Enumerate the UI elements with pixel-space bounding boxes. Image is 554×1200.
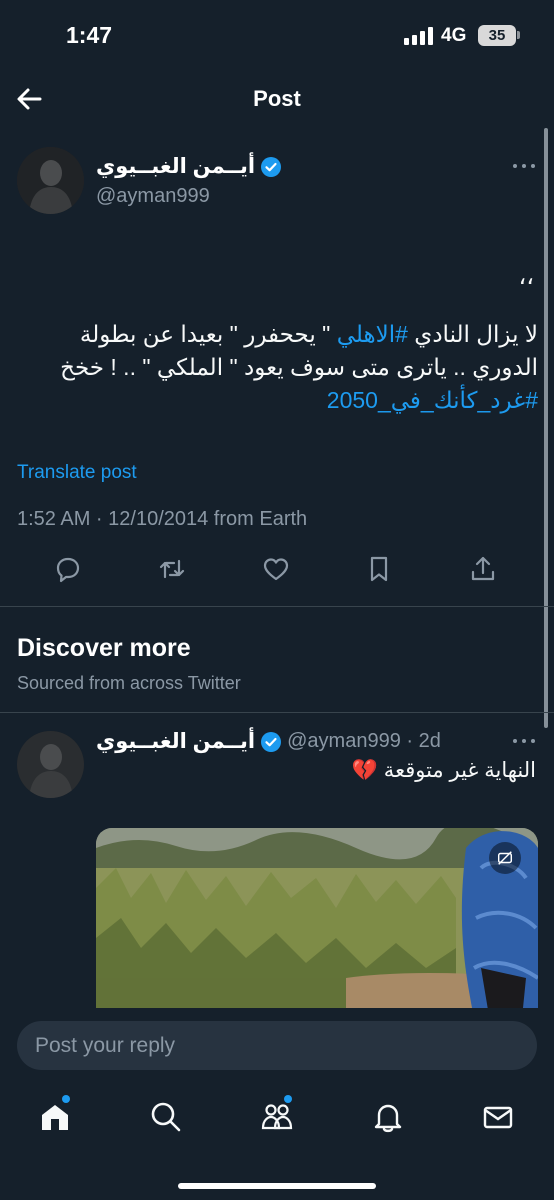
signal-icon bbox=[404, 27, 433, 45]
author-name[interactable]: أيــمن الغبــيوي bbox=[96, 154, 255, 179]
post-line-2: الدوري .. ياترى متى سوف يعود " الملكي " … bbox=[60, 354, 538, 380]
discover-title: Discover more bbox=[17, 634, 191, 662]
verified-badge-icon bbox=[261, 731, 282, 752]
reply-input[interactable]: Post your reply bbox=[17, 1021, 537, 1070]
scrollbar[interactable] bbox=[544, 128, 548, 728]
repost-icon[interactable] bbox=[157, 554, 187, 584]
share-icon[interactable] bbox=[468, 554, 498, 584]
hide-media-icon[interactable] bbox=[489, 842, 521, 874]
hashtag-link[interactable]: #الاهلي bbox=[337, 321, 408, 347]
battery-nub bbox=[517, 31, 520, 39]
search-icon[interactable] bbox=[149, 1100, 183, 1134]
more-options-icon[interactable] bbox=[513, 162, 535, 170]
divider bbox=[0, 606, 554, 607]
status-time: 1:47 bbox=[66, 22, 113, 48]
post-text: لا يزال النادي #الاهلي " يححفرر " بعيدا … bbox=[16, 318, 538, 417]
home-indicator[interactable] bbox=[178, 1183, 376, 1189]
post-line-1-start: لا يزال النادي bbox=[407, 321, 538, 347]
notifications-bell-icon[interactable] bbox=[371, 1100, 405, 1134]
post-line-1: لا يزال النادي #الاهلي " يححفرر " بعيدا … bbox=[16, 318, 538, 351]
page-title: Post bbox=[253, 86, 301, 111]
author-handle-time[interactable]: @ayman999 · 2d bbox=[287, 730, 441, 753]
battery-icon: 35 bbox=[478, 25, 516, 46]
avatar[interactable] bbox=[17, 731, 84, 798]
post-text: النهاية غير متوقعة 💔 bbox=[351, 759, 536, 782]
verified-badge-icon bbox=[261, 156, 282, 177]
bookmark-icon[interactable] bbox=[364, 554, 394, 584]
communities-icon[interactable] bbox=[260, 1100, 294, 1134]
more-options-icon[interactable] bbox=[513, 737, 535, 745]
hashtag-link[interactable]: #غرد_كأنك_في_2050 bbox=[327, 387, 538, 413]
heart-icon[interactable] bbox=[261, 554, 291, 584]
post-line-1-end: " يححفرر " بعيدا عن بطولة bbox=[79, 321, 337, 347]
author-handle[interactable]: @ayman999 bbox=[96, 185, 210, 208]
reply-icon[interactable] bbox=[53, 554, 83, 584]
discover-subtitle: Sourced from across Twitter bbox=[17, 673, 241, 693]
post-media-image[interactable] bbox=[96, 828, 538, 1028]
communities-notification-dot bbox=[284, 1095, 292, 1103]
home-icon[interactable] bbox=[38, 1100, 72, 1134]
translate-post-link[interactable]: Translate post bbox=[17, 462, 137, 484]
network-type: 4G bbox=[441, 25, 467, 46]
avatar[interactable] bbox=[17, 147, 84, 214]
quote-mark: ،، bbox=[518, 263, 535, 290]
author-name[interactable]: أيــمن الغبــيوي bbox=[96, 729, 255, 754]
messages-mail-icon[interactable] bbox=[481, 1100, 515, 1134]
divider bbox=[0, 712, 554, 713]
post-timestamp: 1:52 AM · 12/10/2014 from Earth bbox=[17, 508, 308, 530]
battery-level: 35 bbox=[488, 27, 506, 44]
home-notification-dot bbox=[62, 1095, 70, 1103]
